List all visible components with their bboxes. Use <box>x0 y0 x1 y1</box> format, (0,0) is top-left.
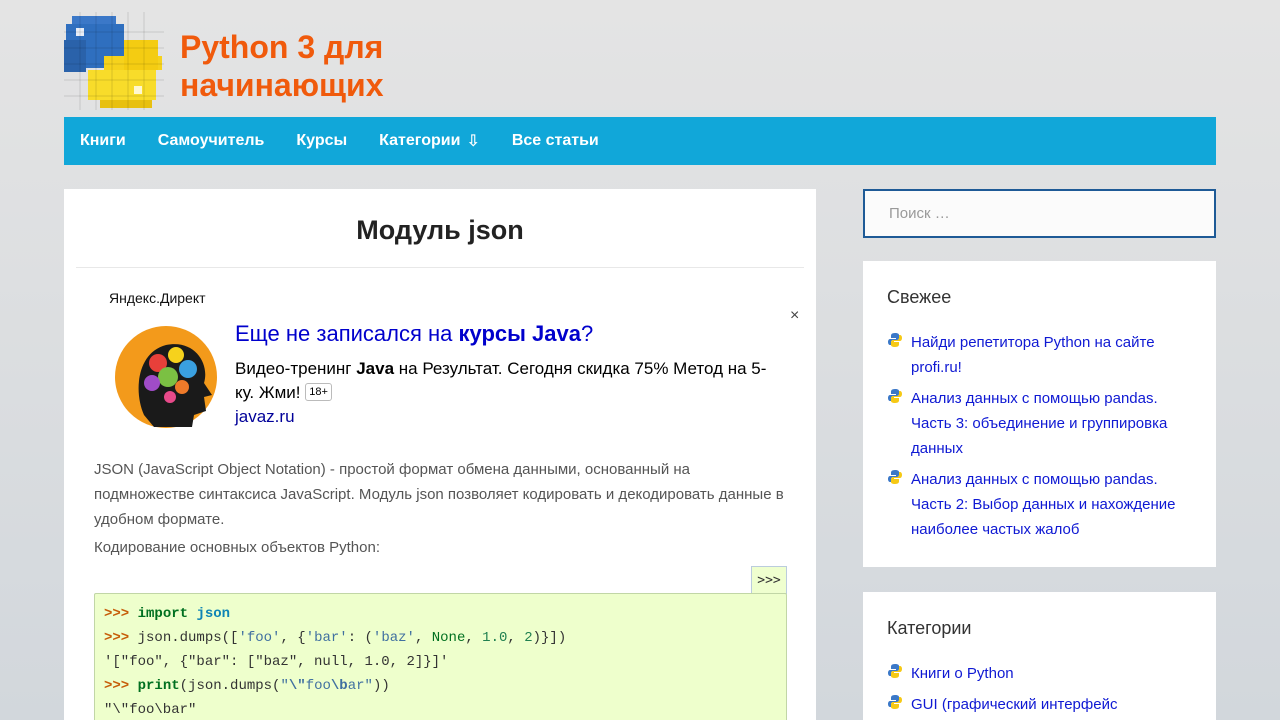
main-content: Модуль json Яндекс.Директ × Еще не запис… <box>64 189 816 720</box>
code-keyword: import <box>137 606 189 622</box>
ad-domain-link[interactable]: javaz.ru <box>235 407 295 427</box>
ad-text-pre: Видео-тренинг <box>235 359 357 378</box>
python-logo-icon[interactable] <box>64 12 164 110</box>
ad-text-bold: Java <box>356 359 395 378</box>
nav-item-courses[interactable]: Курсы <box>280 117 363 165</box>
code-prompt: >>> <box>104 630 130 646</box>
ad-headline-post[interactable]: ? <box>581 321 593 346</box>
age-badge: 18+ <box>305 383 332 401</box>
code-text: json.dumps([ <box>137 630 239 646</box>
yandex-ad[interactable]: Яндекс.Директ × Еще не записался на курс… <box>64 285 816 445</box>
code-block: >>> import json >>> json.dumps(['foo', {… <box>94 593 787 720</box>
code-text: , <box>465 630 483 646</box>
code-string: 'foo' <box>238 630 281 646</box>
nav-item-categories[interactable]: Категории ⇩ <box>363 117 496 165</box>
nav-item-all-articles[interactable]: Все статьи <box>496 117 615 165</box>
recent-posts-title: Свежее <box>887 287 952 307</box>
list-item: Найди репетитора Python на сайте profi.r… <box>887 330 1192 380</box>
code-module: json <box>196 606 231 622</box>
python-bullet-icon <box>888 333 902 347</box>
close-icon[interactable]: × <box>790 307 799 325</box>
code-text: )) <box>372 678 390 694</box>
code-string: 'baz' <box>372 630 415 646</box>
code-text: )}]) <box>532 630 567 646</box>
recent-post-link[interactable]: Анализ данных с помощью pandas. Часть 2:… <box>911 467 1192 542</box>
nav-item-categories-label: Категории <box>379 132 461 149</box>
categories-title: Категории <box>887 618 972 638</box>
python-bullet-icon <box>888 389 902 403</box>
code-text: , { <box>280 630 306 646</box>
code-string: foo <box>305 678 331 694</box>
nav-item-books[interactable]: Книги <box>64 117 142 165</box>
intro-paragraph: JSON (JavaScript Object Notation) - прос… <box>94 461 784 528</box>
ad-headline[interactable]: Еще не записался на курсы Java? <box>235 321 593 347</box>
code-escape: \" <box>288 678 306 694</box>
ad-headline-pre[interactable]: Еще не записался на <box>235 321 459 346</box>
recent-post-link[interactable]: Анализ данных с помощью pandas. Часть 3:… <box>911 386 1192 461</box>
python-bullet-icon <box>888 470 902 484</box>
list-item: Анализ данных с помощью pandas. Часть 2:… <box>887 467 1192 542</box>
code-escape: \b <box>330 678 348 694</box>
python-bullet-icon <box>888 664 902 678</box>
recent-post-link[interactable]: Найди репетитора Python на сайте profi.r… <box>911 330 1192 380</box>
page-title: Модуль json <box>356 215 524 245</box>
code-line: >>> json.dumps(['foo', {'bar': ('baz', N… <box>104 626 777 650</box>
ad-source-label[interactable]: Яндекс.Директ <box>109 290 206 306</box>
toggle-prompt-button[interactable]: >>> <box>751 566 787 594</box>
main-nav: Книги Самоучитель Курсы Категории ⇩ Все … <box>64 117 1216 165</box>
code-prompt: >>> <box>104 606 130 622</box>
code-prompt: >>> <box>104 678 130 694</box>
code-number: 2 <box>524 630 533 646</box>
code-line: >>> import json <box>104 602 777 626</box>
encoding-lead-text: Кодирование основных объектов Python: <box>94 539 380 556</box>
code-text: , <box>507 630 525 646</box>
code-constant: None <box>431 630 466 646</box>
code-output-line: '["foo", {"bar": ["baz", null, 1.0, 2]}]… <box>104 654 449 670</box>
code-text: , <box>414 630 432 646</box>
nav-item-tutorial[interactable]: Самоучитель <box>142 117 281 165</box>
code-text: (json.dumps( <box>179 678 281 694</box>
code-string: ar" <box>347 678 373 694</box>
code-string: 'bar' <box>305 630 348 646</box>
ad-headline-bold[interactable]: курсы Java <box>459 321 581 346</box>
python-bullet-icon <box>888 695 902 709</box>
category-link[interactable]: GUI (графический интерфейс <box>911 692 1117 717</box>
arrow-down-icon: ⇩ <box>466 133 480 150</box>
recent-posts-widget: Свежее Найди репетитора Python на сайте … <box>863 261 1216 567</box>
ad-brain-image[interactable] <box>114 323 218 433</box>
code-string: " <box>280 678 289 694</box>
code-output-line: "\"foo\bar" <box>104 702 197 718</box>
code-line: >>> print(json.dumps("\"foo\bar")) <box>104 674 777 698</box>
site-title-line2[interactable]: начинающих <box>180 66 480 104</box>
ad-text[interactable]: Видео-тренинг Java на Результат. Сегодня… <box>235 357 780 405</box>
site-title[interactable]: Python 3 для начинающих <box>180 28 480 104</box>
code-builtin: print <box>137 678 180 694</box>
list-item: Анализ данных с помощью pandas. Часть 3:… <box>887 386 1192 461</box>
site-title-line1[interactable]: Python 3 для <box>180 28 480 66</box>
site-header: Python 3 для начинающих <box>64 12 664 112</box>
category-link[interactable]: Книги о Python <box>911 661 1014 686</box>
code-text: : ( <box>347 630 373 646</box>
title-divider <box>76 267 804 268</box>
code-number: 1.0 <box>482 630 508 646</box>
list-item: Книги о Python <box>887 661 1192 686</box>
categories-widget: Категории Книги о Python GUI (графически… <box>863 592 1216 720</box>
search-input[interactable]: Поиск … <box>863 189 1216 238</box>
list-item: GUI (графический интерфейс <box>887 692 1192 717</box>
